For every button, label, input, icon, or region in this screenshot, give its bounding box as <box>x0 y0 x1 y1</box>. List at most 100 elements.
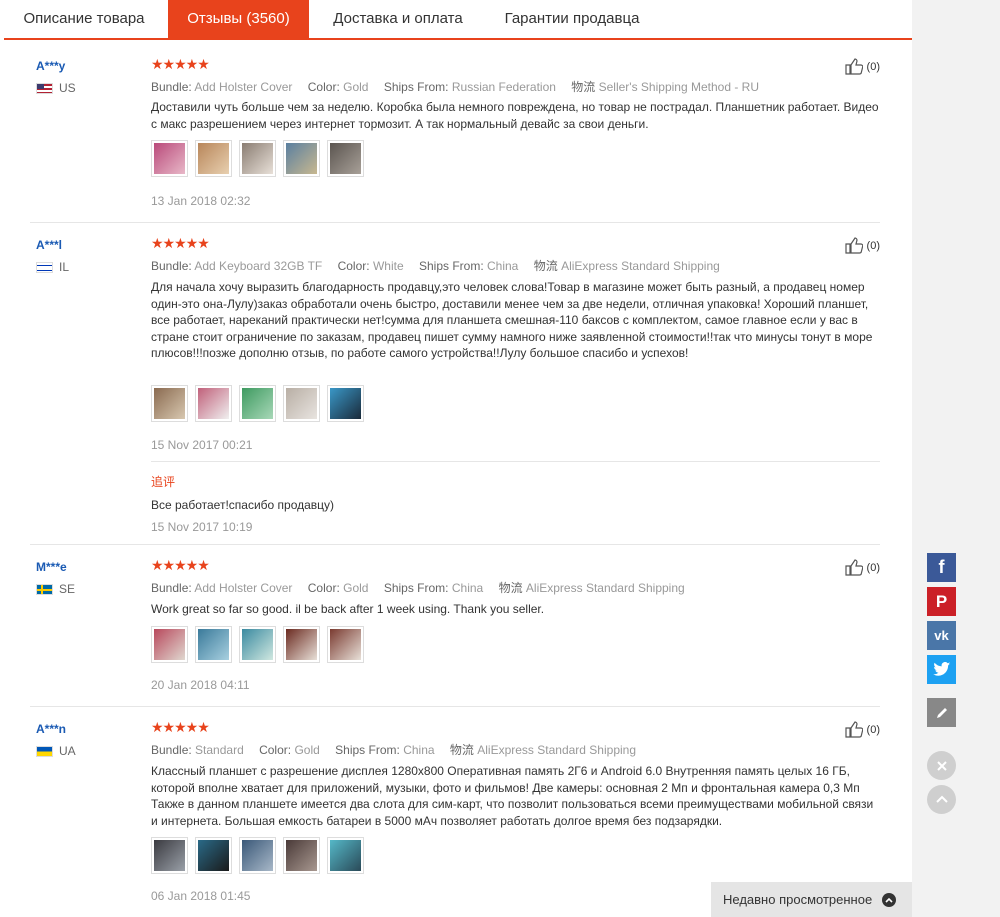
country-code: UA <box>59 744 76 758</box>
order-attributes: Bundle: Add Keyboard 32GB TF Color: Whit… <box>151 259 720 273</box>
review-photo[interactable] <box>327 140 364 177</box>
review-photo[interactable] <box>283 385 320 422</box>
chevron-up-icon <box>882 892 897 907</box>
product-tabs: Описание товара Отзывы (3560) Доставка и… <box>4 0 912 40</box>
helpful-count: (0) <box>866 239 880 252</box>
review-photos <box>151 626 364 663</box>
close-button[interactable] <box>927 751 956 780</box>
divider <box>30 544 880 545</box>
facebook-share-button[interactable]: f <box>927 553 956 582</box>
review-date: 13 Jan 2018 02:32 <box>151 194 251 208</box>
review-photo[interactable] <box>195 837 232 874</box>
review-photo[interactable] <box>283 140 320 177</box>
helpful-button[interactable]: (0) <box>844 237 880 254</box>
review-item: M***e SE ★★★★★ (0) Bundle: Add Holster C… <box>30 557 880 708</box>
review-photo[interactable] <box>151 837 188 874</box>
tab-seller-guarantees[interactable]: Гарантии продавца <box>483 0 661 38</box>
reviewer-name: A***n <box>36 722 67 736</box>
review-photo[interactable] <box>327 626 364 663</box>
flag-us-icon <box>36 82 53 94</box>
review-text: Для начала хочу выразить благодарность п… <box>151 280 873 360</box>
helpful-button[interactable]: (0) <box>844 58 880 75</box>
reviewer-country: UA <box>36 744 76 758</box>
vk-icon: vk <box>934 628 949 643</box>
review-photo[interactable] <box>151 385 188 422</box>
helpful-count: (0) <box>866 723 880 736</box>
reviewer-country: SE <box>36 582 75 596</box>
recently-viewed-bar[interactable]: Недавно просмотренное <box>711 882 912 917</box>
country-code: IL <box>59 260 70 274</box>
order-attributes: Bundle: Standard Color: Gold Ships From:… <box>151 743 637 757</box>
review-text: Work great so far so good. il be back af… <box>151 602 545 616</box>
divider <box>151 461 880 462</box>
tab-description[interactable]: Описание товара <box>4 0 164 38</box>
review-photo[interactable] <box>327 837 364 874</box>
country-code: SE <box>59 582 76 596</box>
review-date: 20 Jan 2018 04:11 <box>151 678 250 692</box>
review-photo[interactable] <box>195 626 232 663</box>
tab-reviews[interactable]: Отзывы (3560) <box>168 0 309 38</box>
review-text: Классный планшет с разрешение дисплея 12… <box>151 764 874 828</box>
review-photos <box>151 140 364 177</box>
helpful-count: (0) <box>866 60 880 73</box>
review-photo[interactable] <box>327 385 364 422</box>
flag-il-icon <box>36 261 53 273</box>
helpful-button[interactable]: (0) <box>844 721 880 738</box>
pinterest-share-button[interactable]: P <box>927 587 956 616</box>
reviewer-name: M***e <box>36 560 67 574</box>
twitter-icon <box>932 662 950 676</box>
flag-ua-icon <box>36 745 53 757</box>
twitter-share-button[interactable] <box>927 655 956 684</box>
facebook-icon: f <box>938 557 945 577</box>
thumbs-up-icon <box>844 58 863 75</box>
review-item: A***y US ★★★★★ (0) Bundle: Add Holster C… <box>30 56 880 222</box>
scroll-top-button[interactable] <box>927 785 956 814</box>
tab-shipping-payment[interactable]: Доставка и оплата <box>313 0 483 38</box>
thumbs-up-icon <box>844 721 863 738</box>
review-photos <box>151 385 364 422</box>
review-date: 06 Jan 2018 01:45 <box>151 889 251 903</box>
review-photo[interactable] <box>151 140 188 177</box>
thumbs-up-icon <box>844 559 863 576</box>
review-photo[interactable] <box>239 837 276 874</box>
order-attributes: Bundle: Add Holster Cover Color: Gold Sh… <box>151 581 685 595</box>
followup-text: Все работает!спасибо продавцу) <box>151 498 335 512</box>
vk-share-button[interactable]: vk <box>927 621 956 650</box>
reviewer-country: IL <box>36 260 69 274</box>
reviewer-country: US <box>36 81 76 95</box>
star-rating: ★★★★★ <box>151 719 210 735</box>
reviewer-name: A***y <box>36 59 66 73</box>
star-rating: ★★★★★ <box>151 557 210 573</box>
helpful-button[interactable]: (0) <box>844 559 880 576</box>
star-rating: ★★★★★ <box>151 235 210 251</box>
review-photo[interactable] <box>283 626 320 663</box>
recently-viewed-label: Недавно просмотренное <box>723 892 873 907</box>
followup-date: 15 Nov 2017 10:19 <box>151 520 253 534</box>
followup-label: 追评 <box>151 475 176 489</box>
close-icon <box>936 760 947 771</box>
thumbs-up-icon <box>844 237 863 254</box>
review-photo[interactable] <box>195 385 232 422</box>
review-date: 15 Nov 2017 00:21 <box>151 438 253 452</box>
divider <box>30 706 880 707</box>
reviews-panel: Описание товара Отзывы (3560) Доставка и… <box>0 0 912 917</box>
review-text: Доставили чуть больше чем за неделю. Кор… <box>151 100 879 131</box>
review-photo[interactable] <box>195 140 232 177</box>
review-photos <box>151 837 364 874</box>
review-photo[interactable] <box>239 626 276 663</box>
order-attributes: Bundle: Add Holster Cover Color: Gold Sh… <box>151 80 759 94</box>
pinterest-icon: P <box>935 591 948 611</box>
star-rating: ★★★★★ <box>151 56 210 72</box>
review-photo[interactable] <box>283 837 320 874</box>
flag-se-icon <box>36 583 53 595</box>
divider <box>30 222 880 223</box>
review-photo[interactable] <box>239 140 276 177</box>
review-photo[interactable] <box>239 385 276 422</box>
reviewer-name: A***l <box>36 238 63 252</box>
helpful-count: (0) <box>866 561 880 574</box>
country-code: US <box>59 81 76 95</box>
edit-button[interactable] <box>927 698 956 727</box>
review-photo[interactable] <box>151 626 188 663</box>
pencil-icon <box>936 707 947 718</box>
review-item: A***l IL ★★★★★ (0) Bundle: Add Keyboard … <box>30 235 880 536</box>
